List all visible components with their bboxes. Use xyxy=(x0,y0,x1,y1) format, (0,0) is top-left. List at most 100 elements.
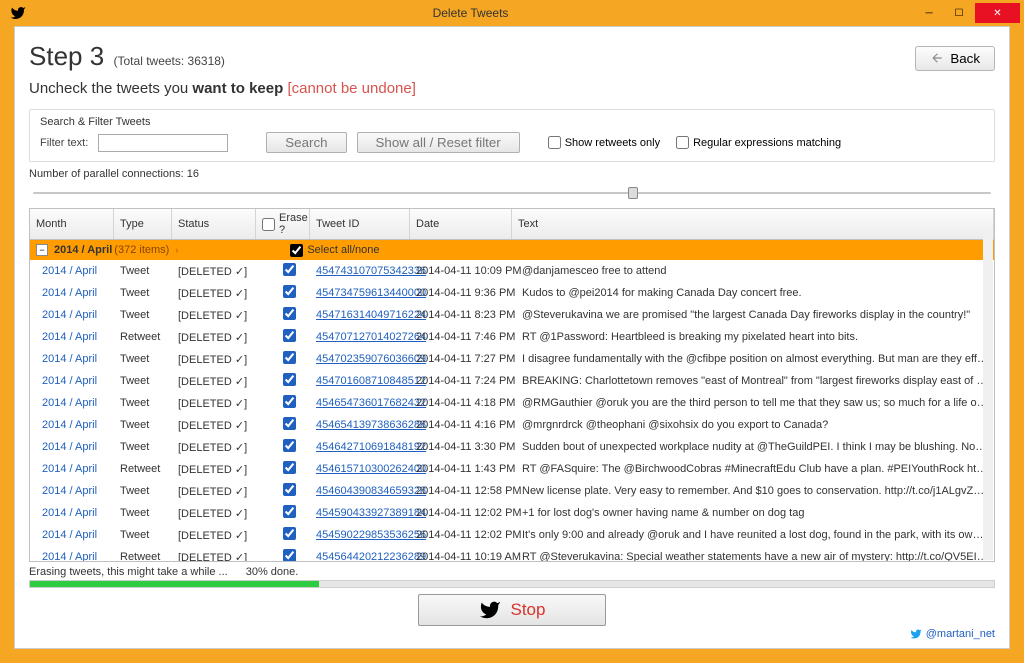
col-month[interactable]: Month xyxy=(30,209,114,239)
cell-date: 2014-04-11 10:09 PM xyxy=(416,265,518,277)
cell-type: Tweet xyxy=(120,375,178,387)
cell-text: It's only 9:00 and already @oruk and I h… xyxy=(518,529,988,541)
erase-checkbox[interactable] xyxy=(283,483,296,496)
close-button[interactable]: ✕ xyxy=(975,3,1020,23)
cell-date: 2014-04-11 8:23 PM xyxy=(416,309,518,321)
erase-checkbox[interactable] xyxy=(283,549,296,561)
col-status[interactable]: Status xyxy=(172,209,256,239)
erase-checkbox[interactable] xyxy=(283,351,296,364)
erase-checkbox[interactable] xyxy=(283,263,296,276)
cell-tweetid[interactable]: 454734759613440000 xyxy=(316,287,416,299)
table-row[interactable]: 2014 / AprilTweet[DELETED ✓]454642710691… xyxy=(30,436,994,458)
table-row[interactable]: 2014 / AprilTweet[DELETED ✓]454701608710… xyxy=(30,370,994,392)
table-row[interactable]: 2014 / AprilTweet[DELETED ✓]454734759613… xyxy=(30,282,994,304)
cell-text: I disagree fundamentally with the @cfibp… xyxy=(518,353,988,365)
back-arrow-icon xyxy=(930,51,944,65)
connections-slider[interactable] xyxy=(29,184,995,202)
cell-status: [DELETED ✓] xyxy=(178,463,262,476)
col-tweetid[interactable]: Tweet ID xyxy=(310,209,410,239)
col-date[interactable]: Date xyxy=(410,209,512,239)
table-row[interactable]: 2014 / AprilTweet[DELETED ✓] 454743107075… xyxy=(30,260,994,282)
table-row[interactable]: 2014 / AprilTweet[DELETED ✓]454654736017… xyxy=(30,392,994,414)
table-row[interactable]: 2014 / AprilRetweet[DELETED ✓]4547071270… xyxy=(30,326,994,348)
cell-tweetid[interactable]: 454702359076036609 xyxy=(316,353,416,365)
cell-month: 2014 / April xyxy=(42,309,120,321)
cell-date: 2014-04-11 1:43 PM xyxy=(416,463,518,475)
cell-month: 2014 / April xyxy=(42,265,120,277)
col-type[interactable]: Type xyxy=(114,209,172,239)
scrollbar[interactable] xyxy=(983,231,993,560)
cell-tweetid[interactable]: 454707127014027264 xyxy=(316,331,416,343)
window-controls: ─ ☐ ✕ xyxy=(915,3,1020,23)
cell-tweetid[interactable]: 454654736017682432 xyxy=(316,397,416,409)
erase-checkbox[interactable] xyxy=(283,439,296,452)
minimize-button[interactable]: ─ xyxy=(915,3,943,23)
table-row[interactable]: 2014 / AprilTweet[DELETED ✓]454590229853… xyxy=(30,524,994,546)
maximize-button[interactable]: ☐ xyxy=(945,3,973,23)
erase-checkbox[interactable] xyxy=(283,505,296,518)
select-all-checkbox[interactable] xyxy=(290,244,303,257)
erase-checkbox[interactable] xyxy=(283,417,296,430)
table-row[interactable]: 2014 / AprilTweet[DELETED ✓]454590433927… xyxy=(30,502,994,524)
erase-checkbox[interactable] xyxy=(283,329,296,342)
erase-checkbox[interactable] xyxy=(283,373,296,386)
regex-label: Regular expressions matching xyxy=(693,137,841,149)
table-row[interactable]: 2014 / AprilRetweet[DELETED ✓]4546157103… xyxy=(30,458,994,480)
stop-button[interactable]: Stop xyxy=(418,594,607,626)
erase-checkbox[interactable] xyxy=(283,285,296,298)
cell-tweetid[interactable]: 454564420212236289 xyxy=(316,551,416,561)
app-bird-icon xyxy=(10,5,26,21)
slider-thumb[interactable] xyxy=(628,187,638,199)
tweets-table: Month Type Status Erase ? Tweet ID Date … xyxy=(29,208,995,562)
cell-tweetid[interactable]: 454743107075342336 xyxy=(316,265,416,277)
table-row[interactable]: 2014 / AprilRetweet[DELETED ✓]4545644202… xyxy=(30,546,994,561)
retweets-only-checkbox[interactable] xyxy=(548,136,561,149)
cell-month: 2014 / April xyxy=(42,441,120,453)
cell-status: [DELETED ✓] xyxy=(178,265,262,278)
cell-month: 2014 / April xyxy=(42,375,120,387)
cell-status: [DELETED ✓] xyxy=(178,309,262,322)
step-title: Step 3 xyxy=(29,41,104,71)
reset-filter-button[interactable]: Show all / Reset filter xyxy=(357,132,520,153)
select-all-label: Select all/none xyxy=(307,244,379,256)
table-row[interactable]: 2014 / AprilTweet[DELETED ✓]454702359076… xyxy=(30,348,994,370)
cell-tweetid[interactable]: 454590433927389184 xyxy=(316,507,416,519)
filter-text-input[interactable] xyxy=(98,134,228,152)
cell-tweetid[interactable]: 454642710691848192 xyxy=(316,441,416,453)
cell-status: [DELETED ✓] xyxy=(178,353,262,366)
cell-text: @Steverukavina we are promised "the larg… xyxy=(518,309,988,321)
cell-date: 2014-04-11 12:58 PM xyxy=(416,485,518,497)
erase-checkbox[interactable] xyxy=(283,395,296,408)
table-row[interactable]: 2014 / AprilTweet[DELETED ✓]454604390834… xyxy=(30,480,994,502)
cell-type: Tweet xyxy=(120,265,178,277)
cell-tweetid[interactable]: 454716314049716224 xyxy=(316,309,416,321)
cell-text: @RMGauthier @oruk you are the third pers… xyxy=(518,397,988,409)
credit-link[interactable]: @martani_net xyxy=(29,628,995,640)
filter-groupbox: Search & Filter Tweets Filter text: Sear… xyxy=(29,109,995,162)
erase-checkbox[interactable] xyxy=(283,527,296,540)
column-headers: Month Type Status Erase ? Tweet ID Date … xyxy=(30,209,994,240)
erase-header-checkbox[interactable] xyxy=(262,218,275,231)
col-erase[interactable]: Erase ? xyxy=(256,209,310,239)
group-row[interactable]: − 2014 / April (372 items) › Select all/… xyxy=(30,240,994,260)
cell-month: 2014 / April xyxy=(42,353,120,365)
table-row[interactable]: 2014 / AprilTweet[DELETED ✓]454654139738… xyxy=(30,414,994,436)
instruction-pre: Uncheck the tweets you xyxy=(29,80,192,97)
regex-checkbox[interactable] xyxy=(676,136,689,149)
progress-bar xyxy=(29,580,995,588)
cell-tweetid[interactable]: 454590229853536256 xyxy=(316,529,416,541)
collapse-icon[interactable]: − xyxy=(36,244,48,256)
cell-tweetid[interactable]: 454654139738636288 xyxy=(316,419,416,431)
cell-tweetid[interactable]: 454615710300262400 xyxy=(316,463,416,475)
cell-type: Retweet xyxy=(120,463,178,475)
table-row[interactable]: 2014 / AprilTweet[DELETED ✓]454716314049… xyxy=(30,304,994,326)
cell-tweetid[interactable]: 454604390834659328 xyxy=(316,485,416,497)
back-button[interactable]: Back xyxy=(915,46,995,71)
erase-checkbox[interactable] xyxy=(283,461,296,474)
cell-tweetid[interactable]: 454701608710848512 xyxy=(316,375,416,387)
progress-fill xyxy=(30,581,319,587)
erase-checkbox[interactable] xyxy=(283,307,296,320)
cell-month: 2014 / April xyxy=(42,287,120,299)
col-text[interactable]: Text xyxy=(512,209,994,239)
search-button[interactable]: Search xyxy=(266,132,346,153)
